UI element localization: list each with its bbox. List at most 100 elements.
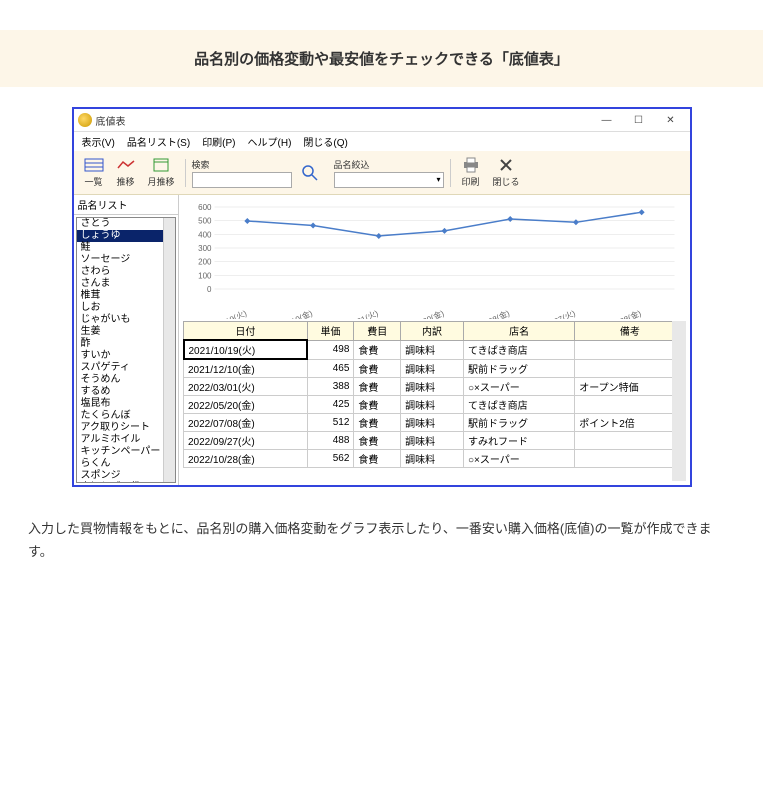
scrollbar[interactable] <box>163 218 175 482</box>
table-row[interactable]: 2022/07/08(金)512食費調味料駅前ドラッグポイント2倍 <box>184 414 686 432</box>
sidebar-header: 品名リスト <box>74 195 178 215</box>
list-item[interactable]: スパゲティ <box>77 362 175 374</box>
table-cell: 2021/12/10(金) <box>184 359 308 378</box>
column-header[interactable]: 単価 <box>307 322 354 341</box>
list-item[interactable]: そうめん <box>77 374 175 386</box>
table-cell: 2022/10/28(金) <box>184 450 308 468</box>
table-row[interactable]: 2021/10/19(火)498食費調味料てきぱき商店 <box>184 340 686 359</box>
print-button[interactable]: 印刷 <box>457 155 485 190</box>
menu-help[interactable]: ヘルプ(H) <box>248 134 292 149</box>
column-header[interactable]: 店名 <box>463 322 574 341</box>
calendar-icon <box>151 157 171 173</box>
list-item[interactable]: しお <box>77 302 175 314</box>
trend-button[interactable]: 推移 <box>112 155 140 190</box>
search-field: 検索 <box>192 158 292 188</box>
table-row[interactable]: 2022/10/28(金)562食費調味料○×スーパー <box>184 450 686 468</box>
main-panel: 01002003004005006002021/10/19(火)2021/12/… <box>179 195 690 485</box>
column-header[interactable]: 費目 <box>354 322 401 341</box>
feature-description: 入力した買物情報をもとに、品名別の購入価格変動をグラフ表示したり、一番安い購入価… <box>0 497 763 584</box>
list-item[interactable]: ソーセージ <box>77 254 175 266</box>
list-item[interactable]: らくん <box>77 458 175 470</box>
table-row[interactable]: 2022/05/20(金)425食費調味料てきぱき商店 <box>184 396 686 414</box>
svg-text:600: 600 <box>198 203 212 212</box>
list-item[interactable]: アク取りシート <box>77 422 175 434</box>
window-controls: — ☐ ✕ <box>592 111 686 129</box>
table-cell: 食費 <box>354 396 401 414</box>
table-cell: 2022/09/27(火) <box>184 432 308 450</box>
search-label: 検索 <box>192 158 292 171</box>
table-cell: 388 <box>307 378 354 396</box>
table-row[interactable]: 2022/03/01(火)388食費調味料○×スーパーオープン特価 <box>184 378 686 396</box>
list-item[interactable]: 生姜 <box>77 326 175 338</box>
svg-text:500: 500 <box>198 217 212 226</box>
list-item[interactable]: 酢 <box>77 338 175 350</box>
search-input[interactable] <box>192 172 292 188</box>
table-cell: 562 <box>307 450 354 468</box>
table-cell: てきぱき商店 <box>463 340 574 359</box>
item-list[interactable]: さとうしょうゆ鮭ソーセージさわらさんま椎茸しおじゃがいも生姜酢すいかスパゲティそ… <box>76 217 176 483</box>
list-item[interactable]: 塩昆布 <box>77 398 175 410</box>
menu-close[interactable]: 閉じる(Q) <box>303 134 347 149</box>
minimize-button[interactable]: — <box>592 111 622 129</box>
titlebar: 底値表 — ☐ ✕ <box>74 109 690 132</box>
table-cell: 512 <box>307 414 354 432</box>
menu-view[interactable]: 表示(V) <box>82 134 115 149</box>
list-item[interactable]: たくらんぼ <box>77 410 175 422</box>
table-row[interactable]: 2021/12/10(金)465食費調味料駅前ドラッグ <box>184 359 686 378</box>
menubar: 表示(V) 品名リスト(S) 印刷(P) ヘルプ(H) 閉じる(Q) <box>74 132 690 151</box>
column-header[interactable]: 日付 <box>184 322 308 341</box>
list-item[interactable]: しょうゆ <box>77 230 175 242</box>
list-item[interactable]: スポンジ <box>77 470 175 482</box>
list-item[interactable]: じゃがいも <box>77 314 175 326</box>
list-item[interactable]: すいか <box>77 350 175 362</box>
table-cell <box>575 340 685 359</box>
table-cell: 調味料 <box>401 359 464 378</box>
table-cell <box>575 396 685 414</box>
list-item[interactable]: アルミホイル <box>77 434 175 446</box>
monthly-label: 月推移 <box>148 175 175 188</box>
list-item[interactable]: するめ <box>77 386 175 398</box>
close-button[interactable]: 閉じる <box>489 155 524 190</box>
list-item[interactable]: 椎茸 <box>77 290 175 302</box>
search-button[interactable] <box>296 163 324 183</box>
menu-print[interactable]: 印刷(P) <box>202 134 235 149</box>
window-title: 底値表 <box>96 113 126 128</box>
table-cell: ○×スーパー <box>463 378 574 396</box>
price-table: 日付単価費目内訳店名備考2021/10/19(火)498食費調味料てきぱき商店2… <box>183 321 686 481</box>
svg-text:200: 200 <box>198 258 212 267</box>
list-item[interactable]: 鮭 <box>77 242 175 254</box>
menu-itemlist[interactable]: 品名リスト(S) <box>127 134 190 149</box>
list-item[interactable]: さとう <box>77 218 175 230</box>
list-item[interactable]: 水切りゴミ袋 <box>77 482 175 483</box>
maximize-button[interactable]: ☐ <box>624 111 654 129</box>
data-table: 日付単価費目内訳店名備考2021/10/19(火)498食費調味料てきぱき商店2… <box>183 321 686 468</box>
monthly-trend-button[interactable]: 月推移 <box>144 155 179 190</box>
table-cell: 2022/05/20(金) <box>184 396 308 414</box>
list-item[interactable]: さんま <box>77 278 175 290</box>
filter-label: 品名絞込 <box>334 158 444 171</box>
content-area: 品名リスト さとうしょうゆ鮭ソーセージさわらさんま椎茸しおじゃがいも生姜酢すいか… <box>74 195 690 485</box>
table-cell: 調味料 <box>401 378 464 396</box>
scrollbar[interactable] <box>672 321 686 481</box>
svg-text:2022/09/27(火): 2022/09/27(火) <box>524 309 576 319</box>
chart-svg: 01002003004005006002021/10/19(火)2021/12/… <box>183 199 686 319</box>
table-cell <box>575 450 685 468</box>
printer-icon <box>461 157 481 173</box>
close-icon <box>496 157 516 173</box>
chevron-down-icon: ▾ <box>437 175 441 184</box>
close-window-button[interactable]: ✕ <box>656 111 686 129</box>
list-item[interactable]: さわら <box>77 266 175 278</box>
column-header[interactable]: 備考 <box>575 322 685 341</box>
sidebar: 品名リスト さとうしょうゆ鮭ソーセージさわらさんま椎茸しおじゃがいも生姜酢すいか… <box>74 195 179 485</box>
svg-text:2022/05/20(金): 2022/05/20(金) <box>392 308 445 319</box>
list-view-button[interactable]: 一覧 <box>80 155 108 190</box>
table-cell: ○×スーパー <box>463 450 574 468</box>
table-cell: 465 <box>307 359 354 378</box>
table-cell: 425 <box>307 396 354 414</box>
list-item[interactable]: キッチンペーパー <box>77 446 175 458</box>
table-row[interactable]: 2022/09/27(火)488食費調味料すみれフード <box>184 432 686 450</box>
filter-dropdown[interactable]: ▾ <box>334 172 444 188</box>
column-header[interactable]: 内訳 <box>401 322 464 341</box>
table-cell: 食費 <box>354 450 401 468</box>
table-cell: 調味料 <box>401 432 464 450</box>
